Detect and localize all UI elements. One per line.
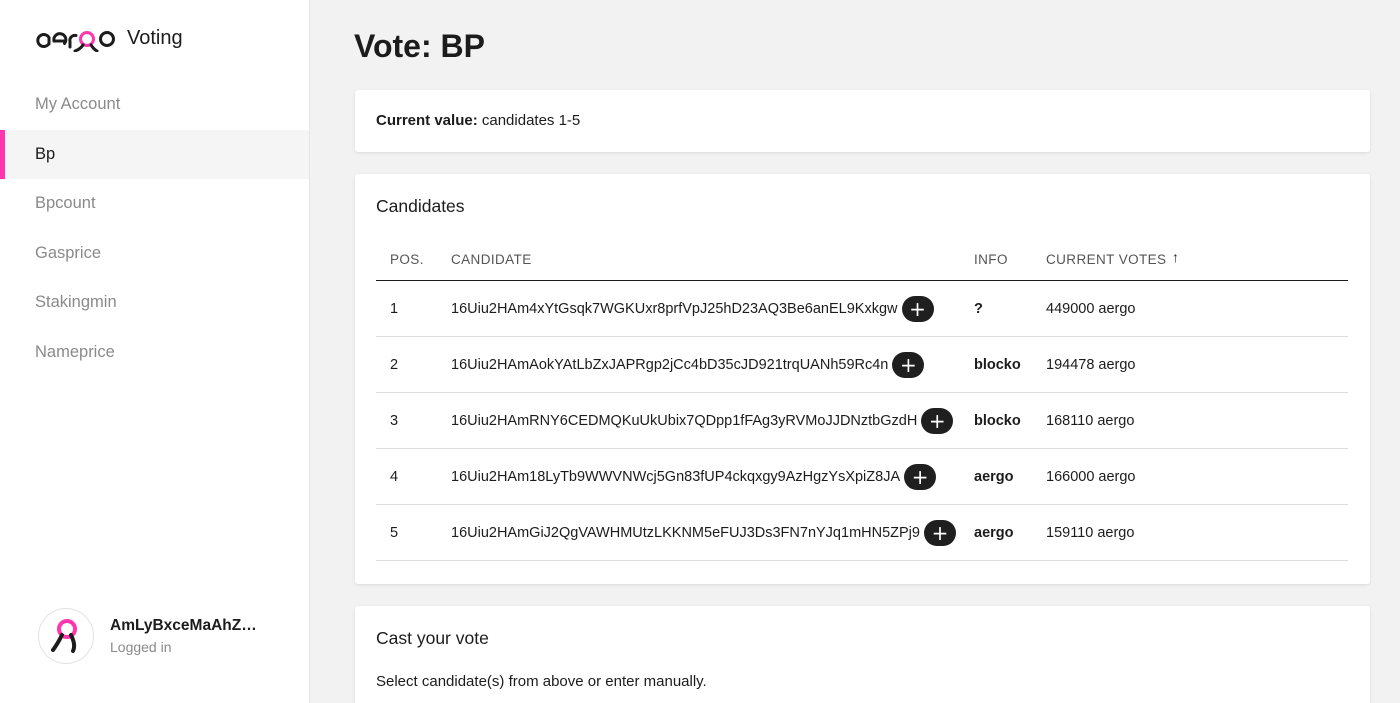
current-value-text: candidates 1-5 xyxy=(477,112,581,129)
cell-votes: 166000 aergo xyxy=(1046,468,1136,485)
cell-info: aergo xyxy=(974,524,1014,541)
table-row: 5 16Uiu2HAmGiJ2QgVAWHMUtzLKKNM5eFUJ3Ds3F… xyxy=(376,505,1348,561)
cell-info: aergo xyxy=(974,468,1014,485)
sidebar-item-label: My Account xyxy=(35,95,121,114)
cell-pos: 4 xyxy=(390,468,399,485)
table-row: 1 16Uiu2HAm4xYtGsqk7WGKUxr8prfVpJ25hD23A… xyxy=(376,281,1348,337)
cell-pos: 3 xyxy=(390,412,399,429)
account-name: AmLyBxceMaAhZFx... xyxy=(110,617,265,634)
sidebar-item-my-account[interactable]: My Account xyxy=(0,80,309,130)
cell-pos: 1 xyxy=(390,300,399,317)
sidebar-item-label: Bpcount xyxy=(35,194,96,213)
column-header-info[interactable]: INFO xyxy=(974,252,1008,267)
cell-votes: 194478 aergo xyxy=(1046,356,1136,373)
table-row: 2 16Uiu2HAmAokYAtLbZxJAPRgp2jCc4bD35cJD9… xyxy=(376,337,1348,393)
current-value-card: Current value: candidates 1-5 xyxy=(355,90,1370,152)
cell-candidate-id: 16Uiu2HAmGiJ2QgVAWHMUtzLKKNM5eFUJ3Ds3FN7… xyxy=(451,524,920,541)
cell-candidate-id: 16Uiu2HAm4xYtGsqk7WGKUxr8prfVpJ25hD23AQ3… xyxy=(451,300,898,317)
table-row: 4 16Uiu2HAm18LyTb9WWVNWcj5Gn83fUP4ckqxgy… xyxy=(376,449,1348,505)
cell-info: blocko xyxy=(974,356,1021,373)
sidebar-item-stakingmin[interactable]: Stakingmin xyxy=(0,278,309,328)
cell-pos: 2 xyxy=(390,356,399,373)
cell-votes: 168110 aergo xyxy=(1046,412,1135,429)
add-candidate-button[interactable]: + xyxy=(901,295,934,322)
add-candidate-button[interactable]: + xyxy=(892,351,925,378)
candidates-card: Candidates POS. CANDIDATE INFO CURRENT V… xyxy=(355,174,1370,584)
account-status: Logged in xyxy=(110,639,172,655)
sort-ascending-icon[interactable]: ↑ xyxy=(1172,249,1179,265)
add-candidate-button[interactable]: + xyxy=(923,519,956,546)
cast-vote-title: Cast your vote xyxy=(376,628,489,648)
cell-votes: 159110 aergo xyxy=(1046,524,1135,541)
aergo-logo xyxy=(36,31,115,52)
sidebar-item-label: Stakingmin xyxy=(35,293,117,312)
account-logo-icon xyxy=(51,619,77,653)
account-panel[interactable]: AmLyBxceMaAhZFx... Logged in xyxy=(38,608,265,664)
cast-vote-hint: Select candidate(s) from above or enter … xyxy=(376,673,707,690)
cell-votes: 449000 aergo xyxy=(1046,300,1136,317)
candidates-table: POS. CANDIDATE INFO CURRENT VOTES ↑ 1 16… xyxy=(376,236,1348,561)
add-candidate-button[interactable]: + xyxy=(921,407,954,434)
cell-candidate-id: 16Uiu2HAm18LyTb9WWVNWcj5Gn83fUP4ckqxgy9A… xyxy=(451,468,901,485)
cell-pos: 5 xyxy=(390,524,399,541)
sidebar-item-nameprice[interactable]: Nameprice xyxy=(0,328,309,378)
candidates-title: Candidates xyxy=(376,196,465,216)
page-title: Vote: BP xyxy=(354,28,485,64)
column-header-pos[interactable]: POS. xyxy=(390,252,424,267)
sidebar-item-bpcount[interactable]: Bpcount xyxy=(0,179,309,229)
sidebar-item-bp[interactable]: Bp xyxy=(0,129,309,179)
sidebar-item-label: Bp xyxy=(35,144,56,163)
current-value-label: Current value: xyxy=(376,112,478,129)
column-header-votes[interactable]: CURRENT VOTES xyxy=(1046,252,1166,267)
brand-name: Voting xyxy=(127,26,183,49)
table-header: POS. CANDIDATE INFO CURRENT VOTES ↑ xyxy=(376,236,1348,281)
brand[interactable]: Voting xyxy=(35,22,183,54)
sidebar-item-gasprice[interactable]: Gasprice xyxy=(0,229,309,279)
avatar xyxy=(38,608,94,664)
cell-candidate-id: 16Uiu2HAmRNY6CEDMQKuUkUbix7QDpp1fFAg3yRV… xyxy=(451,412,918,429)
cast-vote-card: Cast your vote Select candidate(s) from … xyxy=(355,606,1370,703)
sidebar-nav: My Account Bp Bpcount Gasprice Stakingmi… xyxy=(0,80,309,377)
sidebar: Voting My Account Bp Bpcount Gasprice St… xyxy=(0,0,310,703)
main-content: Vote: BP Current value: candidates 1-5 C… xyxy=(311,0,1400,703)
column-header-candidate[interactable]: CANDIDATE xyxy=(451,252,532,267)
add-candidate-button[interactable]: + xyxy=(904,463,937,490)
cell-info: blocko xyxy=(974,412,1021,429)
cell-info: ? xyxy=(974,300,983,317)
cell-candidate-id: 16Uiu2HAmAokYAtLbZxJAPRgp2jCc4bD35cJD921… xyxy=(451,356,889,373)
table-row: 3 16Uiu2HAmRNY6CEDMQKuUkUbix7QDpp1fFAg3y… xyxy=(376,393,1348,449)
sidebar-item-label: Gasprice xyxy=(35,243,102,262)
sidebar-item-label: Nameprice xyxy=(35,342,115,361)
current-value: Current value: candidates 1-5 xyxy=(376,112,580,129)
